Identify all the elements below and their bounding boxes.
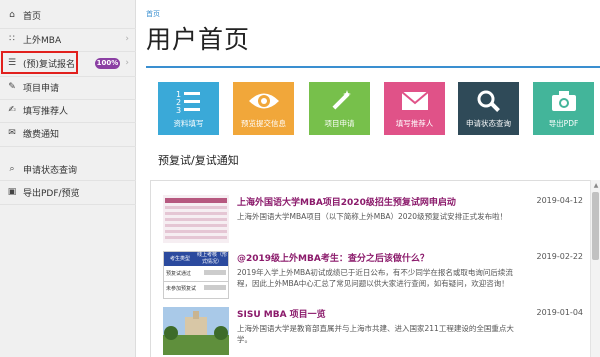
news-item[interactable]: 上海外国语大学MBA项目2020级招生预复试网申启动 2019-04-12 上海… [163, 195, 583, 251]
tile-fill-info[interactable]: 1 2 3 资料填写 [158, 82, 219, 135]
edit-icon: ✍ [8, 105, 16, 115]
sidebar-item-label: 填写推荐人 [23, 106, 69, 117]
camera-icon: ▣ [7, 187, 17, 197]
news-excerpt: 上海外国语大学MBA项目（以下简称上外MBA）2020级预复试安排正式发布啦！ [237, 212, 508, 221]
camera-icon [533, 88, 594, 117]
news-date: 2019-02-22 [536, 252, 584, 261]
tile-referees[interactable]: 填写推荐人 [384, 82, 445, 135]
sidebar-item-label: 缴费通知 [23, 129, 60, 140]
thumb-header: 考生类型 [169, 256, 190, 262]
news-scrollbar[interactable]: ▲ [590, 180, 600, 357]
progress-badge: 100% [95, 58, 120, 69]
sidebar-item-label: 项目申请 [23, 83, 60, 94]
scrollbar-thumb[interactable] [592, 192, 599, 260]
thumb-cell: 未参加预复试 [166, 286, 197, 292]
svg-text:3: 3 [176, 106, 181, 114]
sidebar-item-label: 首页 [23, 11, 42, 22]
tile-label: 预览提交信息 [241, 119, 286, 128]
chevron-right-icon: › [125, 58, 129, 68]
sidebar-item-referees[interactable]: ✍ 填写推荐人 [0, 99, 136, 121]
news-title[interactable]: @2019级上外MBA考生：查分之后该做什么？ [237, 251, 429, 264]
news-panel: 上海外国语大学MBA项目2020级招生预复试网申启动 2019-04-12 上海… [150, 180, 594, 357]
sidebar-item-label: 导出PDF/预览 [23, 188, 80, 199]
thumb-header: 线上考核（形式情况） [196, 252, 227, 265]
sidebar-item-payment-notice[interactable]: ✉ 缴费通知 [0, 122, 136, 144]
sidebar-item-sisu-mba[interactable]: ∷ 上外MBA › [0, 28, 136, 50]
news-item[interactable]: SISU MBA 项目一览 2019-01-04 上海外国语大学是教育部直属并与… [163, 307, 583, 357]
eye-icon [233, 88, 294, 117]
tile-label: 填写推荐人 [395, 119, 434, 128]
breadcrumb[interactable]: 首页 [146, 9, 160, 19]
sidebar-item-home[interactable]: ⌂ 首页 [0, 4, 136, 26]
tile-status-query[interactable]: 申请状态查询 [458, 82, 519, 135]
news-thumbnail [163, 307, 229, 355]
tile-label: 资料填写 [173, 119, 204, 128]
magic-wand-icon [309, 88, 370, 117]
page-title: 用户首页 [146, 25, 251, 54]
tile-export-pdf[interactable]: 导出PDF [533, 82, 594, 135]
envelope-icon [384, 88, 445, 117]
pencil-icon: ✎ [8, 82, 16, 92]
news-date: 2019-04-12 [536, 196, 584, 205]
highlight-box [1, 51, 78, 74]
grid-icon: ∷ [9, 34, 15, 44]
news-title[interactable]: 上海外国语大学MBA项目2020级招生预复试网申启动 [237, 195, 456, 208]
sidebar-item-export-pdf[interactable]: ▣ 导出PDF/预览 [0, 181, 136, 203]
tile-label: 项目申请 [324, 119, 355, 128]
tile-label: 导出PDF [548, 119, 579, 128]
news-thumbnail [163, 195, 229, 243]
news-item[interactable]: 考生类型 线上考核（形式情况） 预复试通过 未参加预复试 @2019级上外MBA… [163, 251, 583, 307]
scroll-up-icon[interactable]: ▲ [592, 182, 600, 190]
sidebar-item-label: 申请状态查询 [23, 165, 78, 176]
news-excerpt: 2019年入学上外MBA初试成绩已于近日公布，有不少同学在报名或取电询问后续流程… [237, 268, 513, 288]
search-icon: ⌕ [9, 164, 15, 174]
tile-preview-submit[interactable]: 预览提交信息 [233, 82, 294, 135]
home-icon: ⌂ [9, 10, 15, 20]
thumb-cell: 预复试通过 [166, 271, 192, 277]
bell-icon: ✉ [8, 128, 16, 138]
sidebar-item-project-application[interactable]: ✎ 项目申请 [0, 76, 136, 98]
sidebar-item-status-query[interactable]: ⌕ 申请状态查询 [0, 158, 136, 180]
document-list-icon: 1 2 3 [158, 88, 219, 117]
tile-label: 申请状态查询 [466, 119, 511, 128]
news-title[interactable]: SISU MBA 项目一览 [237, 307, 326, 320]
section-title: 预复试/复试通知 [158, 154, 239, 167]
news-date: 2019-01-04 [536, 308, 584, 317]
news-excerpt: 上海外国语大学是教育部直属并与上海市共建、进入国家211工程建设的全国重点大学。 [237, 324, 514, 344]
chevron-right-icon: › [125, 34, 129, 44]
search-icon [458, 88, 519, 117]
news-thumbnail: 考生类型 线上考核（形式情况） 预复试通过 未参加预复试 [163, 251, 229, 299]
sidebar: ⌂ 首页 ∷ 上外MBA › ☰ (预)复试报名 › 100% ✎ 项目申请 ✍… [0, 0, 136, 357]
sidebar-item-label: 上外MBA [23, 35, 62, 46]
tile-project-application[interactable]: 项目申请 [309, 82, 370, 135]
divider [146, 66, 600, 68]
